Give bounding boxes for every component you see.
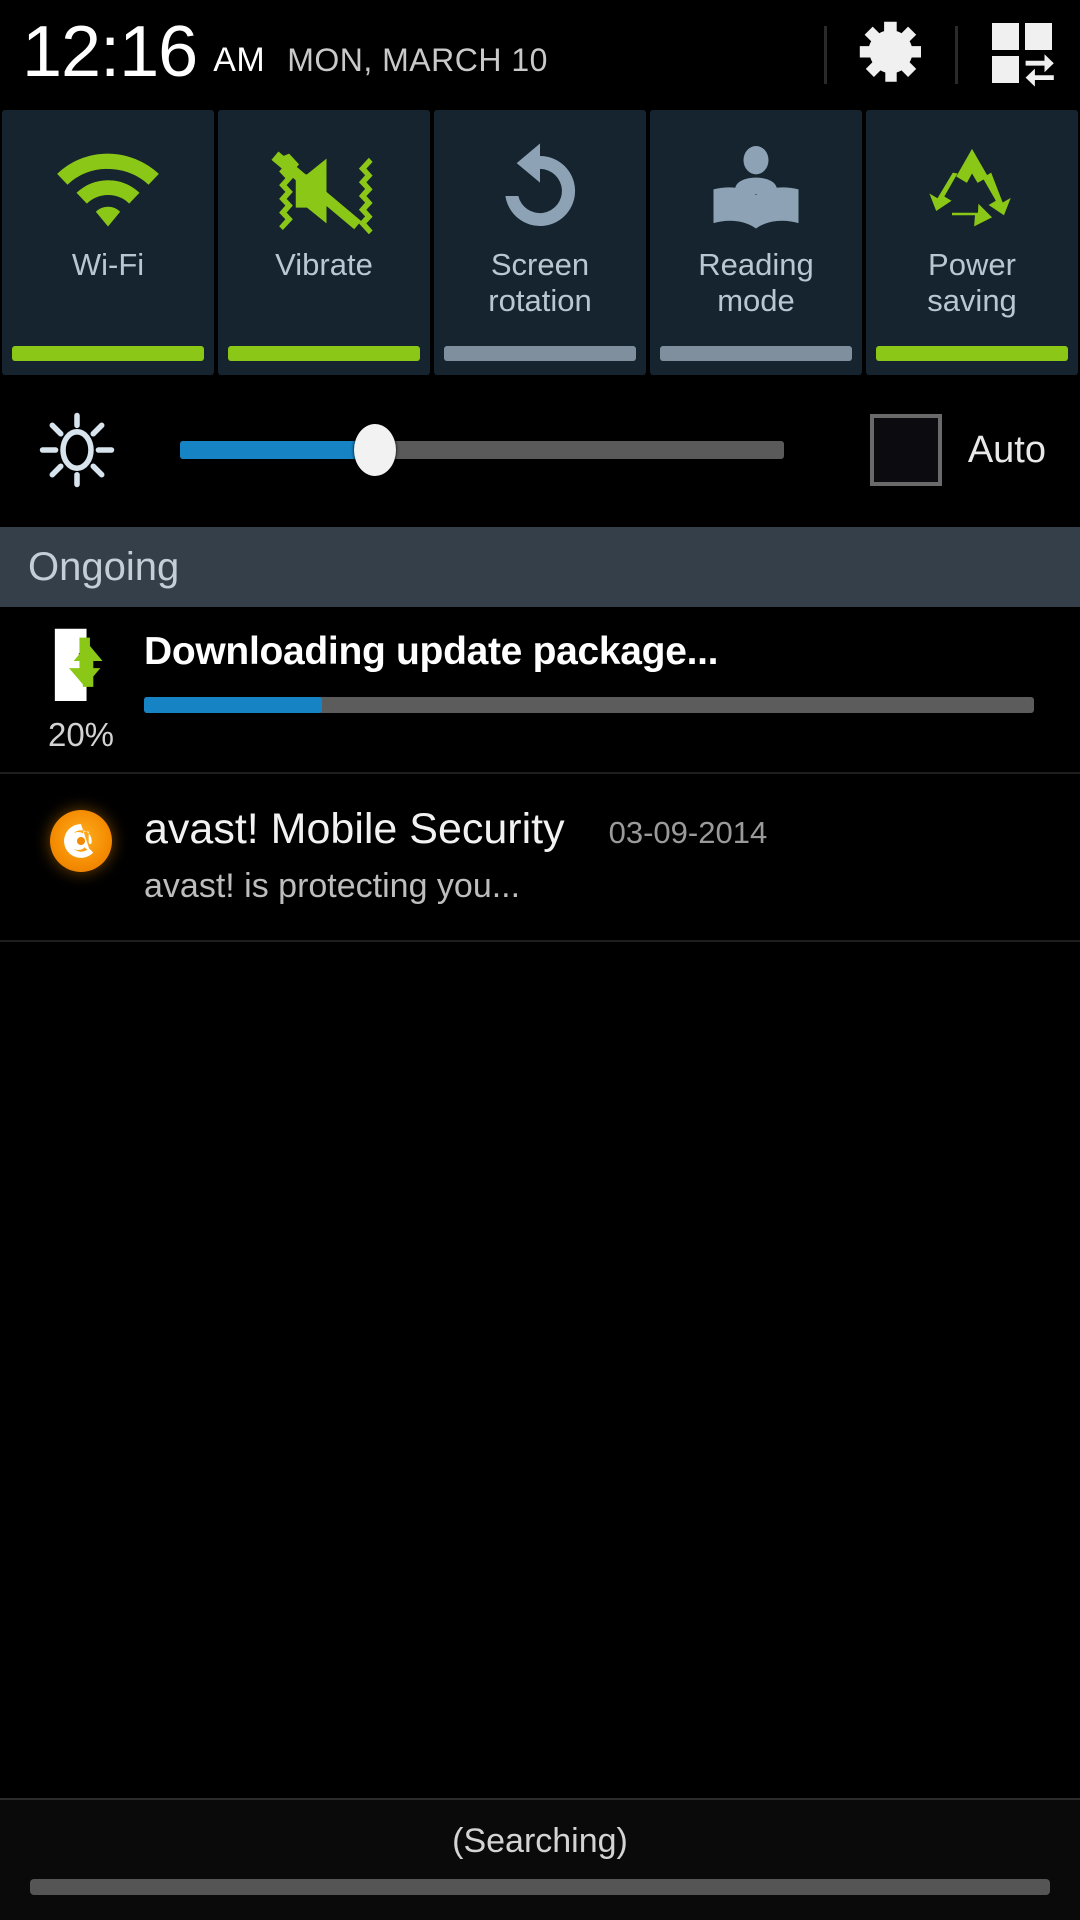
ongoing-label: Ongoing <box>28 544 180 589</box>
brightness-row: Auto <box>0 375 1080 525</box>
avast-title: avast! Mobile Security <box>144 805 565 853</box>
download-title: Downloading update package... <box>144 630 719 673</box>
avast-icon-column <box>26 800 136 910</box>
brightness-slider-thumb[interactable] <box>354 424 396 476</box>
tile-state-bar-wifi <box>12 346 204 361</box>
tile-wifi[interactable]: Wi-Fi <box>2 110 214 375</box>
avast-body: avast! Mobile Security 03-09-2014 avast!… <box>136 800 1054 910</box>
settings-button[interactable] <box>855 17 927 94</box>
download-percent-label: 20% <box>47 716 115 753</box>
tile-screen-rotation[interactable]: Screen rotation <box>434 110 646 375</box>
tile-state-bar-vibrate <box>228 346 420 361</box>
notification-download[interactable]: 20% Downloading update package... <box>0 607 1080 774</box>
drag-handle[interactable] <box>30 1879 1050 1895</box>
download-to-phone-icon <box>44 625 118 710</box>
auto-brightness-checkbox[interactable] <box>869 414 942 486</box>
ongoing-section-header: Ongoing <box>0 525 1080 607</box>
tile-state-bar-screen-rotation <box>444 346 636 361</box>
notification-shade: 12:16 AM MON, MARCH 10 Wi-Fi Vibrate Scr… <box>0 0 1080 1920</box>
status-bar: 12:16 AM MON, MARCH 10 <box>0 0 1080 110</box>
wifi-icon <box>54 138 162 243</box>
tile-label-vibrate: Vibrate <box>275 247 373 282</box>
bottom-bar: (Searching) <box>0 1798 1080 1920</box>
quick-settings-edit-button[interactable] <box>986 17 1058 94</box>
quick-settings-grid-icon <box>986 17 1058 94</box>
download-progress-bar <box>144 697 1034 713</box>
notification-avast[interactable]: avast! Mobile Security 03-09-2014 avast!… <box>0 774 1080 942</box>
tile-label-screen-rotation: Screen rotation <box>488 247 592 318</box>
avast-date: 03-09-2014 <box>608 815 768 850</box>
download-icon-column: 20% <box>26 625 136 754</box>
vibrate-icon <box>270 138 378 243</box>
clock-date: MON, MARCH 10 <box>287 41 548 78</box>
header-divider-2 <box>955 26 958 84</box>
download-progress-fill <box>144 697 322 713</box>
brightness-slider[interactable] <box>142 420 844 480</box>
tile-label-power-saving: Power saving <box>927 247 1017 318</box>
quick-settings-tiles: Wi-Fi Vibrate Screen rotation Reading mo… <box>0 110 1080 375</box>
avast-icon <box>50 810 112 872</box>
searching-status: (Searching) <box>452 1822 628 1860</box>
clock-ampm: AM <box>213 40 266 79</box>
empty-notification-area <box>0 942 1080 1920</box>
clock-time: 12:16 <box>22 12 198 92</box>
header-divider-1 <box>824 26 827 84</box>
tile-state-bar-reading-mode <box>660 346 852 361</box>
download-body: Downloading update package... <box>136 625 1054 754</box>
reading-mode-icon <box>705 138 807 243</box>
power-saving-icon <box>920 138 1024 243</box>
screen-rotation-icon <box>490 138 590 243</box>
tile-power-saving[interactable]: Power saving <box>866 110 1078 375</box>
avast-text: avast! is protecting you... <box>144 867 521 905</box>
tile-state-bar-power-saving <box>876 346 1068 361</box>
tile-reading-mode[interactable]: Reading mode <box>650 110 862 375</box>
gear-icon <box>855 17 927 94</box>
brightness-icon <box>34 411 120 489</box>
auto-brightness-label: Auto <box>967 428 1046 471</box>
tile-label-reading-mode: Reading mode <box>698 247 814 318</box>
tile-vibrate[interactable]: Vibrate <box>218 110 430 375</box>
tile-label-wifi: Wi-Fi <box>71 247 145 282</box>
brightness-slider-fill <box>180 441 375 459</box>
